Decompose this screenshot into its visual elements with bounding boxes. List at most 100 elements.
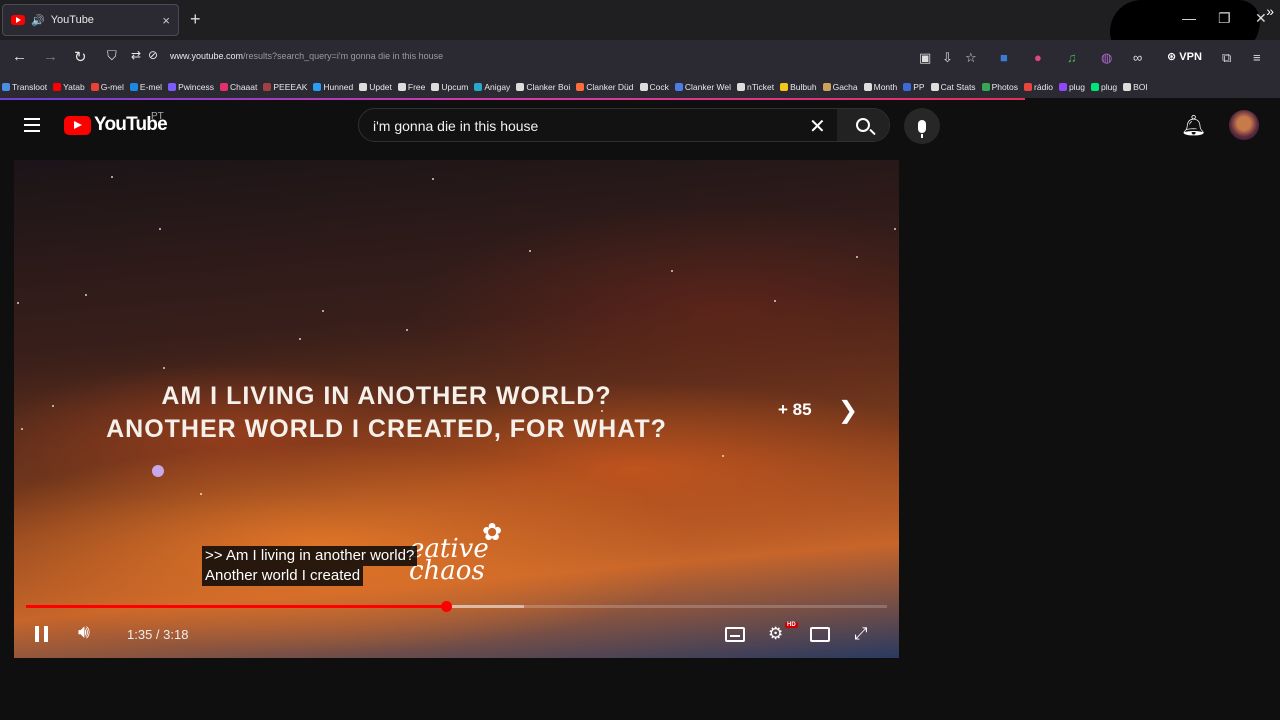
bookmark-item[interactable]: nTicket [737,82,774,92]
new-tab-button[interactable]: + [190,9,201,30]
bookmark-item[interactable]: plug [1091,82,1117,92]
extension-glasses-icon[interactable]: ∞ [1133,50,1142,65]
minimize-button[interactable]: — [1182,10,1196,26]
bookmark-label: Clanker Wel [684,82,732,92]
search-input[interactable]: i'm gonna die in this house [373,118,538,134]
scrubber-handle[interactable] [441,601,453,612]
guide-menu-icon[interactable] [24,118,40,132]
bookmark-label: E-mel [139,82,163,92]
search-box[interactable]: i'm gonna die in this house ✕ [358,108,890,142]
progress-played [26,605,447,608]
extension-translate-icon[interactable]: ■ [1000,50,1008,65]
bookmark-item[interactable]: Month [863,82,897,92]
caption-line-2: Another world I created [202,566,364,586]
extensions-puzzle-icon[interactable]: ⧉ [1222,50,1231,66]
bookmark-star-icon[interactable]: ☆ [965,50,977,66]
bookmark-item[interactable]: Upcum [431,82,468,92]
search-button[interactable] [837,109,889,141]
bookmark-favicon-icon [263,83,272,91]
reader-view-icon[interactable]: ▣ [919,50,931,66]
progress-bar[interactable] [26,601,887,612]
bookmark-favicon-icon [1123,83,1132,91]
bookmark-item[interactable]: Clanker Boi [516,82,570,92]
shield-icon[interactable]: ⛉ [107,48,117,64]
menu-icon[interactable]: ≡ [1253,50,1261,65]
more-videos-count[interactable]: + 85 [778,400,812,420]
bookmark-label: plug [1101,82,1118,92]
tab-close-button[interactable]: × [162,13,170,28]
url-bar[interactable]: www.youtube.com/results?search_query=i'm… [170,51,443,61]
bookmark-item[interactable]: Hunned [313,82,353,92]
video-player[interactable]: AM I LIVING IN ANOTHER WORLD? ANOTHER WO… [14,160,899,658]
bookmark-item[interactable]: Clanker Düd [576,82,634,92]
voice-search-button[interactable] [904,108,940,144]
bell-icon[interactable]: 🔔︎ [1181,113,1206,138]
bookmark-item[interactable]: Gacha [822,82,858,92]
fullscreen-icon[interactable]: ⤢ [854,624,868,644]
bookmark-favicon-icon [1058,83,1067,91]
back-button[interactable]: ← [12,48,27,65]
extension-music-icon[interactable]: ♫ [1067,50,1077,65]
volume-icon[interactable]: 🔊︎ [78,622,90,644]
bookmark-favicon-icon [863,83,872,91]
bookmark-item[interactable]: Pwincess [168,82,214,92]
bookmark-item[interactable]: Cat Stats [930,82,976,92]
bookmarks-overflow-button[interactable]: » [1266,3,1274,19]
subtitles-button[interactable] [725,627,745,642]
download-icon[interactable]: ⇩ [942,50,953,66]
bookmark-label: Upcum [441,82,469,92]
forward-button[interactable]: → [43,48,58,65]
bookmark-favicon-icon [576,83,585,91]
watermark-line-2: chaos [409,556,485,586]
bookmark-item[interactable]: rádio [1024,82,1053,92]
bookmark-item[interactable]: BOI [1123,82,1148,92]
bookmark-favicon-icon [53,83,62,91]
reload-button[interactable]: ↻ [74,48,87,66]
tracking-blocked-icon[interactable]: ⊘ [148,48,158,62]
bookmark-item[interactable]: Free [397,82,425,92]
permissions-icon[interactable]: ⇄ [131,48,141,62]
bookmark-favicon-icon [822,83,831,91]
clear-search-button[interactable]: ✕ [809,114,826,139]
window-close-button[interactable]: ✕ [1255,10,1267,27]
avatar[interactable] [1229,110,1259,140]
bookmark-label: plug [1068,82,1086,92]
bookmark-item[interactable]: Bulbuh [780,82,817,92]
browser-navbar: ← → ↻ ⛉ ⇄ ⊘ www.youtube.com/results?sear… [0,40,1280,76]
bookmark-item[interactable]: Cock [639,82,669,92]
maximize-button[interactable]: ❐ [1218,10,1231,27]
bookmark-item[interactable]: PEEEAK [263,82,307,92]
player-controls: 🔊︎ 1:35 / 3:18 ⚙ HD ⤢ [14,618,899,654]
speaker-icon[interactable]: 🔊 [31,14,45,27]
vpn-button[interactable]: ⊛ VPN [1167,50,1202,63]
bookmark-item[interactable]: Updet [359,82,392,92]
browser-tab-youtube[interactable]: 🔊 YouTube × [2,4,179,36]
bookmark-label: Bulbuh [790,82,817,92]
bookmark-favicon-icon [474,83,483,91]
bookmark-item[interactable]: PP [903,82,925,92]
browser-tab-strip: 🔊 YouTube × + — ❐ ✕ [0,0,1280,58]
video-line-1: AM I LIVING IN ANOTHER WORLD? [161,382,612,410]
url-path: /results?search_query=i'm gonna die in t… [243,51,444,61]
bookmark-item[interactable]: G-mel [90,82,124,92]
bookmark-label: rádio [1034,82,1053,92]
bookmark-item[interactable]: Transloot [2,82,47,92]
bookmark-item[interactable]: Clanker Wel [674,82,732,92]
bookmark-label: Cock [649,82,669,92]
bookmark-item[interactable]: Yatab [53,82,85,92]
bookmark-item[interactable]: Photos [981,82,1019,92]
bookmark-favicon-icon [313,83,322,91]
settings-gear-icon[interactable]: ⚙ [768,624,783,644]
bookmark-item[interactable]: plug [1058,82,1086,92]
bookmark-favicon-icon [431,83,440,91]
bookmark-label: Photos [991,82,1019,92]
bookmark-item[interactable]: Anigay [474,82,510,92]
extension-mic-icon[interactable]: ● [1034,50,1042,65]
bookmark-item[interactable]: E-mel [129,82,163,92]
theater-mode-button[interactable] [810,627,830,642]
bookmark-favicon-icon [1091,83,1100,91]
extension-ring-icon[interactable]: ◍ [1101,50,1112,66]
pause-button[interactable] [35,626,49,642]
chevron-right-icon[interactable]: ❯ [838,396,858,425]
bookmark-item[interactable]: Chaaat [219,82,257,92]
